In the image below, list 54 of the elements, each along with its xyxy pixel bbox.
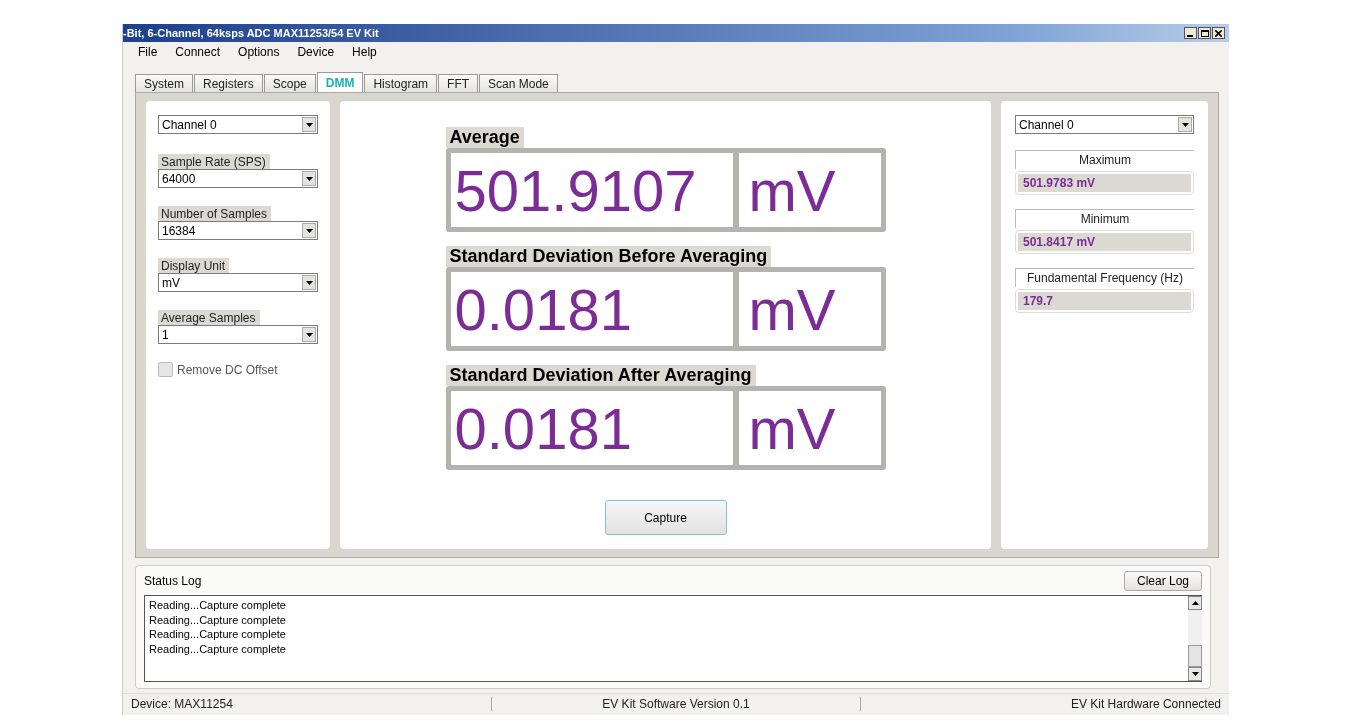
close-icon[interactable] xyxy=(1212,27,1225,39)
channel-dropdown[interactable]: Channel 0 xyxy=(1015,115,1194,134)
reading-value: 0.0181 xyxy=(450,272,733,346)
reading-value: 0.0181 xyxy=(450,391,733,465)
statistic-label: Minimum xyxy=(1015,209,1194,228)
menu-item[interactable]: Connect xyxy=(166,45,230,59)
menu-item[interactable]: Device xyxy=(288,45,344,59)
status-text: Device: MAX11254 xyxy=(123,697,492,711)
tab[interactable]: FFT xyxy=(438,74,479,92)
tab[interactable]: Histogram xyxy=(364,74,438,92)
tab[interactable]: Scan Mode xyxy=(479,74,558,92)
scroll-down-icon[interactable] xyxy=(1188,667,1202,681)
reading-unit: mV xyxy=(738,272,881,346)
log-line: Reading...Capture complete xyxy=(149,627,287,642)
menu-item[interactable]: File xyxy=(129,45,167,59)
clear-log-button[interactable]: Clear Log xyxy=(1123,571,1202,591)
scroll-thumb[interactable] xyxy=(1188,645,1202,667)
reading-title: Average xyxy=(445,127,524,148)
maximize-icon[interactable] xyxy=(1198,27,1211,39)
tab[interactable]: Scope xyxy=(263,74,316,92)
field-label: Sample Rate (SPS) xyxy=(158,154,270,169)
menu-item[interactable]: Help xyxy=(343,45,386,59)
statistic-label: Fundamental Frequency (Hz) xyxy=(1015,268,1194,287)
channel-dropdown[interactable]: Channel 0 xyxy=(158,115,318,134)
statistic-value: 501.8417 mV xyxy=(1018,233,1191,251)
menu-item[interactable]: Options xyxy=(229,45,289,59)
setting-dropdown[interactable]: 1 xyxy=(158,325,318,344)
statistic-value: 179.7 xyxy=(1018,292,1191,310)
log-line: Reading...Capture complete xyxy=(149,641,287,656)
field-label: Number of Samples xyxy=(158,206,272,221)
reading-unit: mV xyxy=(738,153,881,227)
statistic-value: 501.9783 mV xyxy=(1018,174,1191,192)
field-label: Display Unit xyxy=(158,258,230,273)
status-text: EV Kit Hardware Connected xyxy=(1069,697,1222,711)
status-text: EV Kit Software Version 0.1 xyxy=(492,697,861,711)
capture-button[interactable]: Capture xyxy=(604,500,727,535)
log-line: Reading...Capture complete xyxy=(149,598,287,613)
setting-dropdown[interactable]: 16384 xyxy=(158,221,318,240)
field-label: Average Samples xyxy=(158,310,260,325)
reading-value: 501.9107 xyxy=(450,153,733,227)
setting-dropdown[interactable]: mV xyxy=(158,273,318,292)
status-log-title: Status Log xyxy=(144,574,202,588)
minimize-icon[interactable] xyxy=(1184,27,1197,39)
tab[interactable]: Registers xyxy=(194,74,263,92)
reading-title: Standard Deviation Before Averaging xyxy=(445,246,772,267)
tab[interactable]: System xyxy=(135,74,193,92)
setting-dropdown[interactable]: 64000 xyxy=(158,169,318,188)
scrollbar[interactable] xyxy=(1188,596,1202,681)
scroll-up-icon[interactable] xyxy=(1188,596,1202,610)
reading-title: Standard Deviation After Averaging xyxy=(445,365,756,386)
statistic-label: Maximum xyxy=(1015,150,1194,169)
window-title: -Bit, 6-Channel, 64ksps ADC MAX11253/54 EV Kit xyxy=(123,27,379,39)
log-line: Reading...Capture complete xyxy=(149,612,287,627)
reading-unit: mV xyxy=(738,391,881,465)
